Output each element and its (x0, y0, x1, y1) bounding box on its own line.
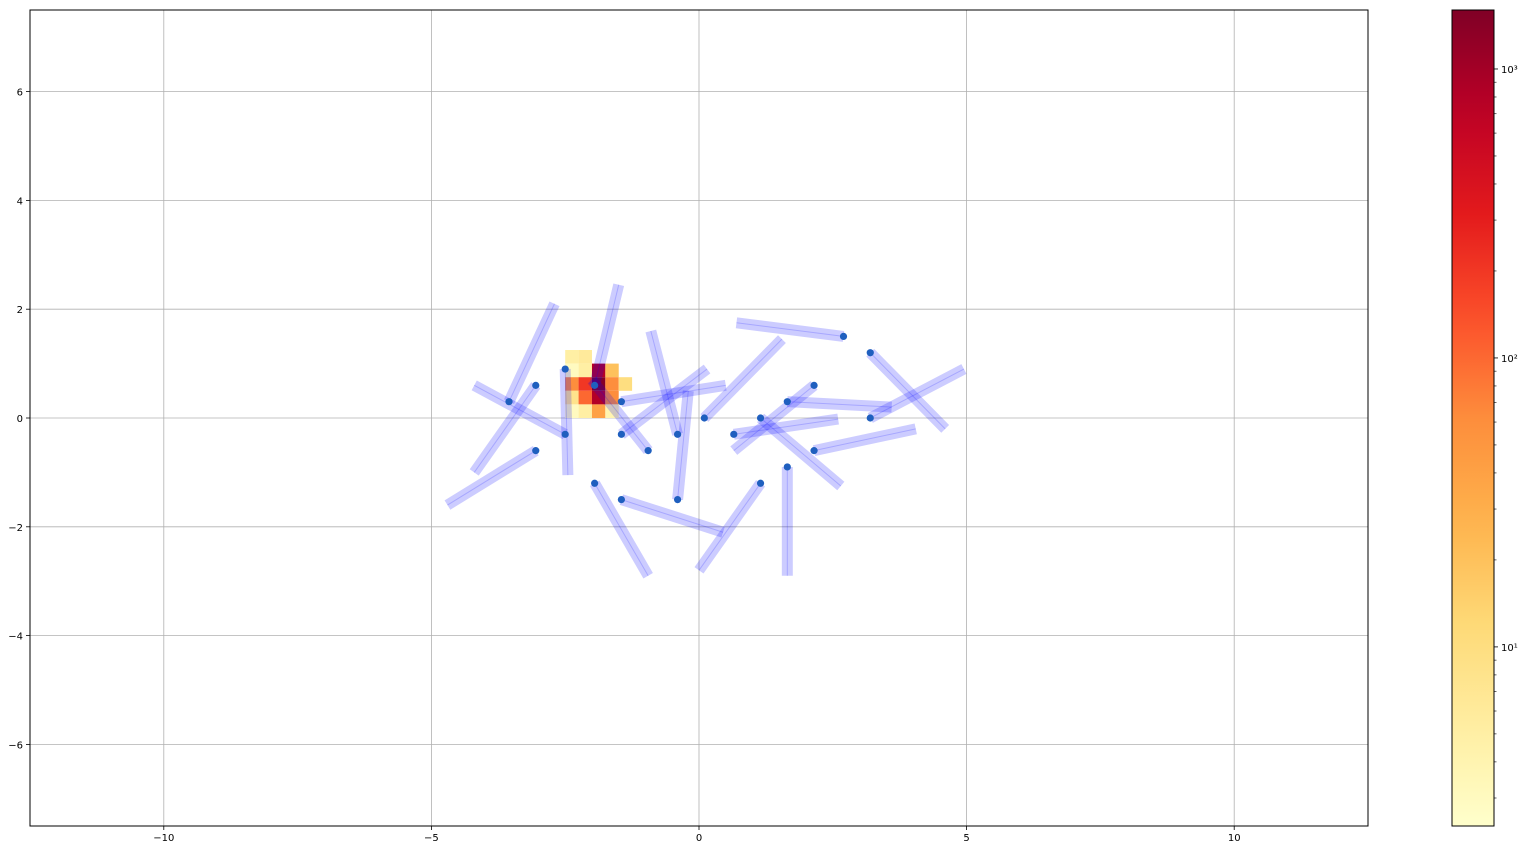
colorbar-tick-label: 10¹ (1501, 643, 1518, 654)
data-point (673, 430, 682, 438)
y-tick-label: 4 (17, 196, 23, 207)
data-point (810, 381, 818, 389)
data-point (591, 479, 599, 487)
heatmap-cell (578, 404, 592, 418)
heatmap-cell (605, 377, 619, 391)
data-point (839, 332, 848, 340)
data-point (617, 398, 625, 406)
data-point (700, 414, 708, 422)
data-point (532, 447, 540, 455)
data-point (673, 496, 682, 504)
y-tick-label: 2 (17, 305, 23, 316)
heatmap-cell (578, 363, 592, 378)
colorbar (1451, 9, 1495, 827)
x-tick-label: −10 (153, 833, 174, 844)
x-tick-label: 0 (696, 833, 702, 844)
data-point (866, 349, 874, 357)
data-point (783, 463, 791, 471)
data-point (730, 430, 738, 438)
heatmap-cell (591, 404, 606, 418)
colorbar-tick-label: 10² (1501, 354, 1518, 365)
heatmap-cell (578, 390, 592, 405)
data-point (644, 447, 652, 455)
x-tick-label: 5 (963, 833, 969, 844)
y-tick-label: 0 (17, 414, 23, 425)
data-point (561, 430, 569, 438)
heatmap-cell (605, 363, 619, 378)
heatmap-cell (578, 350, 592, 364)
data-point (505, 398, 513, 406)
y-tick-label: −6 (8, 740, 23, 751)
x-tick-label: 10 (1228, 833, 1241, 844)
data-point (617, 496, 625, 504)
y-tick-label: −2 (8, 523, 23, 534)
x-tick-label: −5 (424, 833, 439, 844)
data-point (591, 381, 599, 389)
heatmap-cell (565, 350, 579, 364)
data-point (866, 414, 874, 422)
heatmap-cell (618, 377, 633, 391)
colorbar-tick-label: 10³ (1501, 65, 1518, 76)
data-point (532, 381, 540, 389)
data-point (756, 414, 765, 422)
data-point (783, 398, 791, 406)
data-point (810, 447, 818, 455)
data-point (756, 479, 765, 487)
data-point (617, 430, 625, 438)
y-tick-label: 6 (17, 88, 23, 99)
data-point (561, 365, 569, 373)
chart-figure: −10 −5 0 5 10 −6 −4 −2 0 2 4 6 10¹ 10² 10³ (0, 0, 1525, 850)
y-tick-label: −4 (8, 632, 23, 643)
